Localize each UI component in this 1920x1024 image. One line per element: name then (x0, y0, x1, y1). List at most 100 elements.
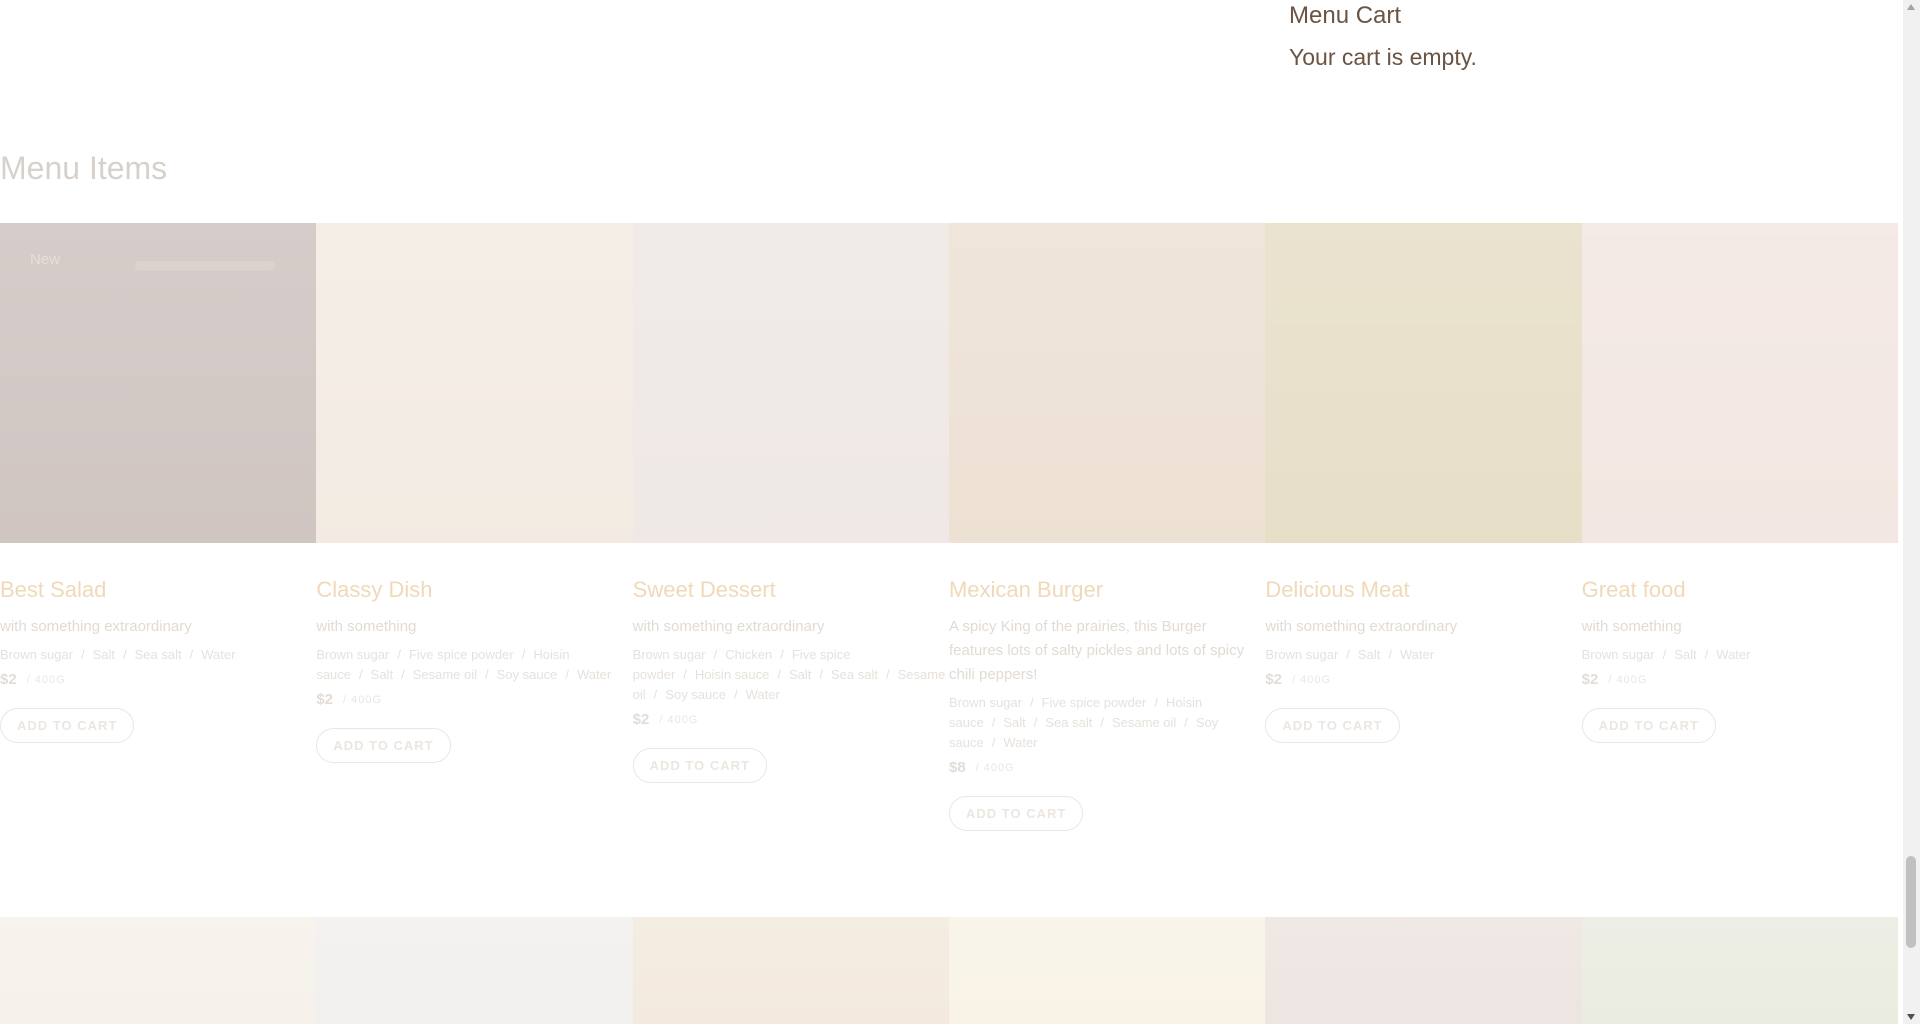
menu-item-name[interactable]: Sweet Dessert (633, 577, 949, 603)
ingredient: Sesame oil (412, 667, 477, 682)
ingredient: Salt (1003, 715, 1026, 730)
add-to-cart-button[interactable]: ADD TO CART (1581, 708, 1716, 743)
ingredient: Hoisin sauce (694, 667, 770, 682)
section-title: Menu Items (0, 150, 168, 186)
ingredient: Soy sauce (496, 667, 558, 682)
ingredient: Salt (370, 667, 394, 682)
ingredient-separator: / (653, 687, 658, 702)
add-to-cart-button[interactable]: ADD TO CART (632, 748, 767, 783)
ingredient: Water (745, 687, 780, 702)
ingredient-separator: / (1704, 647, 1709, 662)
ingredient-separator: / (819, 667, 824, 682)
ingredient-separator: / (1662, 647, 1667, 662)
ingredient: Salt (1357, 647, 1381, 662)
menu-item-description: with something extraordinary (0, 618, 192, 635)
menu-grid-row-2 (0, 917, 1898, 1024)
ingredient: Sea salt (134, 647, 182, 662)
ingredient-separator: / (734, 687, 738, 702)
ingredient: Sea salt (1045, 715, 1093, 730)
ingredient-separator: / (886, 667, 890, 682)
add-to-cart-button[interactable]: ADD TO CART (948, 796, 1084, 831)
menu-cart: Menu Cart Your cart is empty. (1289, 0, 1849, 71)
price-row: $2 / 400G (0, 671, 316, 688)
menu-item-price: $2 (632, 711, 650, 728)
ingredient-separator: / (1029, 695, 1034, 710)
menu-item-image[interactable] (0, 917, 317, 1024)
ingredient: Sea salt (831, 667, 878, 682)
cart-empty-message: Your cart is empty. (1289, 44, 1477, 70)
ingredient: Salt (1674, 647, 1697, 662)
ingredient-separator: / (401, 667, 405, 682)
menu-item-name[interactable]: Great food (1582, 577, 1898, 603)
menu-item-image[interactable]: New (0, 223, 317, 543)
scroll-down-arrow-icon[interactable] (1907, 1014, 1915, 1020)
menu-item-image[interactable] (316, 917, 633, 1024)
menu-item-image[interactable] (1581, 917, 1898, 1024)
menu-item-image[interactable] (316, 223, 633, 543)
ingredient-separator: / (189, 647, 194, 662)
add-to-cart-button[interactable]: ADD TO CART (316, 728, 451, 763)
menu-item-name[interactable]: Mexican Burger (949, 577, 1265, 603)
vertical-scrollbar[interactable] (1903, 0, 1920, 1024)
ingredient: Brown sugar (948, 695, 1022, 710)
ingredient: Water (201, 647, 236, 662)
ingredient-separator: / (780, 647, 784, 662)
menu-item-unit: / 400G (1292, 673, 1332, 686)
ingredient-separator: / (683, 667, 687, 682)
menu-item-image[interactable] (632, 223, 949, 543)
ingredient: Brown sugar (1265, 647, 1339, 662)
cart-title: Menu Cart (1289, 2, 1402, 29)
ingredient: Sesame oil (1111, 715, 1177, 730)
ingredient-separator: / (485, 667, 489, 682)
menu-item-ingredients: Brown sugar / Five spice powder / Hoisin sau… (316, 645, 631, 685)
ingredient: Water (1399, 647, 1435, 662)
new-badge: New (30, 251, 61, 268)
ingredient-separator: / (991, 735, 996, 750)
menu-item-price: $2 (1581, 671, 1599, 688)
menu-item-image[interactable] (1265, 223, 1582, 543)
menu-item-description: with something (1581, 618, 1682, 635)
scrollbar-thumb[interactable] (1906, 856, 1916, 948)
ingredient-separator: / (1033, 715, 1038, 730)
ingredient: Brown sugar (316, 647, 390, 662)
menu-item-price: $2 (1265, 671, 1282, 688)
price-row: $2 / 400G (633, 711, 949, 728)
menu-item-image[interactable] (632, 917, 949, 1024)
menu-item-image[interactable] (948, 917, 1266, 1024)
add-to-cart-button[interactable]: ADD TO CART (1265, 708, 1400, 743)
price-row: $2 / 400G (316, 691, 632, 708)
menu-item-ingredients: Brown sugar / Salt / Water (1582, 645, 1897, 665)
ingredient: Five spice powder (408, 647, 514, 662)
menu-item-image[interactable] (948, 223, 1266, 543)
menu-item-price: $2 (316, 691, 334, 708)
ingredient: Soy sauce (665, 687, 726, 702)
add-to-cart-button[interactable]: ADD TO CART (0, 708, 135, 743)
menu-item-ingredients: Brown sugar / Salt / Sea salt / Water (0, 645, 315, 665)
scroll-up-arrow-icon[interactable] (1907, 4, 1915, 10)
ingredient: Brown sugar (1581, 647, 1655, 662)
ingredient-separator: / (123, 647, 127, 662)
price-row: $8 / 400G (949, 759, 1265, 776)
menu-item-card: Sweet Dessert with something extraordina… (632, 223, 949, 831)
menu-item-name[interactable]: Delicious Meat (1265, 577, 1581, 603)
ingredient-separator: / (777, 667, 781, 682)
ingredient-separator: / (1346, 647, 1350, 662)
menu-item-ingredients: Brown sugar / Five spice powder / Hoisin sau… (949, 693, 1264, 753)
ingredient: Chicken (725, 647, 773, 662)
ingredient-separator: / (713, 647, 718, 662)
menu-item-name[interactable]: Best Salad (0, 577, 316, 603)
menu-item-card: Great food with something Brown sugar / Sa… (1581, 223, 1898, 831)
price-row: $2 / 400G (1582, 671, 1898, 688)
menu-item-ingredients: Brown sugar / Chicken / Five spice powder / Ho… (633, 645, 948, 705)
menu-item-unit: / 400G (659, 713, 699, 726)
menu-item-image[interactable] (1265, 917, 1582, 1024)
ingredient: Brown sugar (0, 647, 73, 662)
menu-item-unit: / 400G (1608, 673, 1648, 686)
menu-item-image[interactable] (1581, 223, 1898, 543)
menu-item-description: with something extraordinary (1265, 618, 1458, 635)
menu-grid: New Best Salad with something extraordin… (0, 223, 1898, 831)
menu-item-name[interactable]: Classy Dish (316, 577, 632, 603)
ingredient-separator: / (1184, 715, 1188, 730)
menu-item-description: with something (316, 618, 417, 635)
menu-item-price: $2 (0, 671, 17, 688)
